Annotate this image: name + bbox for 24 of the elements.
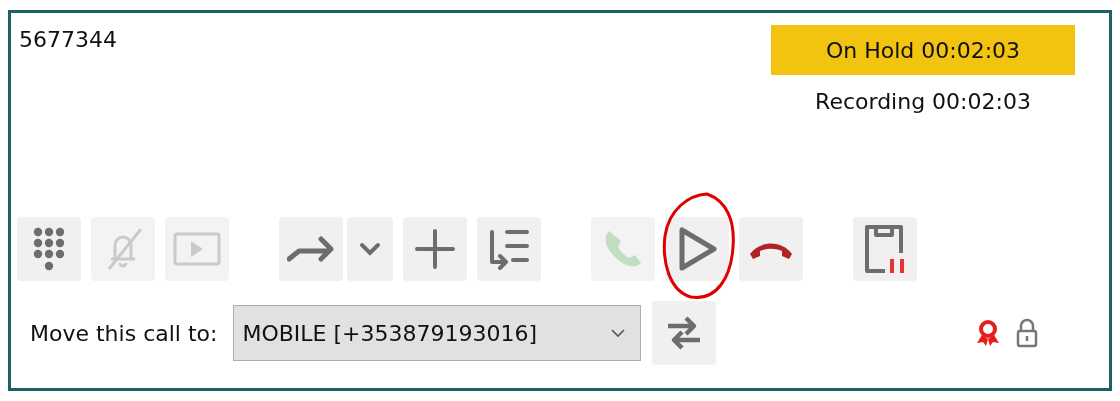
hold-status: On Hold 00:02:03 <box>771 25 1075 75</box>
plus-icon <box>415 229 455 269</box>
forward-arrow-icon <box>287 235 335 263</box>
add-button[interactable] <box>403 217 467 281</box>
destination-dropdown[interactable]: MOBILE [+353879193016] <box>233 305 642 361</box>
recording-button[interactable] <box>853 217 917 281</box>
chevron-down-icon <box>610 328 627 338</box>
move-call-label: Move this call to: <box>30 320 218 346</box>
recording-status: Recording 00:02:03 <box>815 89 1031 114</box>
caret-button[interactable] <box>347 217 393 281</box>
forward-button[interactable] <box>279 217 343 281</box>
list-arrow-icon <box>487 228 531 270</box>
hangup-button[interactable] <box>739 217 803 281</box>
caret-icon <box>359 242 381 256</box>
phone-number: 5677344 <box>19 27 117 54</box>
video-icon <box>173 232 221 266</box>
dialpad-icon <box>32 227 66 271</box>
transfer-button[interactable] <box>477 217 541 281</box>
dialpad-button[interactable] <box>17 217 81 281</box>
swap-button[interactable] <box>652 301 717 365</box>
award-icon <box>975 319 1001 347</box>
lock-icon <box>1015 318 1039 348</box>
resume-button[interactable] <box>665 217 729 281</box>
play-icon <box>677 226 717 272</box>
